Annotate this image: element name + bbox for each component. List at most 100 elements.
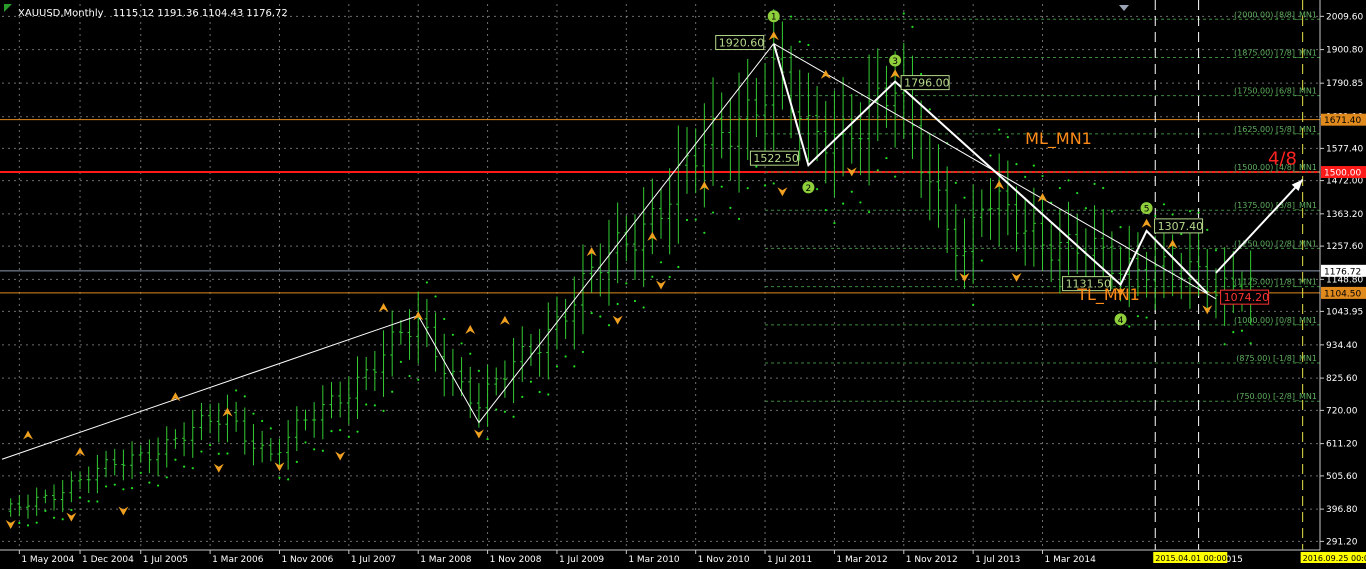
sar-dot (755, 165, 758, 168)
sar-dot (659, 261, 663, 264)
sar-dot (1058, 186, 1061, 190)
sar-dot (763, 184, 767, 187)
sar-dot (365, 403, 368, 406)
time-label: 2015.04.01 00:00 (1155, 554, 1226, 563)
x-tick-label: 1 Dec 2004 (82, 555, 134, 565)
sar-dot (729, 206, 732, 209)
sar-dot (1024, 175, 1027, 178)
sar-dot (235, 389, 238, 392)
y-tick-label: 1790.85 (1326, 79, 1363, 89)
sar-dot (1223, 343, 1226, 346)
murrey-level-label: (1625.00) [5/8]_MN1 (1234, 125, 1317, 134)
sar-dot (148, 481, 151, 484)
sar-dot (841, 202, 845, 205)
x-tick-label: 1 Nov 2008 (490, 555, 542, 565)
sar-dot (720, 185, 723, 188)
sar-dot (191, 467, 194, 470)
sar-dot (633, 299, 637, 303)
sar-dot (44, 509, 47, 512)
sar-dot (217, 452, 220, 455)
sar-dot (96, 500, 99, 503)
sar-dot (1206, 228, 1209, 231)
sar-dot (304, 441, 307, 444)
murrey-level-label: (2000.00) [8/8]_MN1 (1234, 10, 1317, 19)
wave-marker-number: 3 (892, 57, 898, 67)
sar-dot (850, 190, 853, 193)
sar-dot (1240, 329, 1244, 332)
annotation-text: 4/8 (1268, 148, 1297, 169)
sar-dot (200, 450, 203, 453)
time-label: 2016.09.25 00:00 (1303, 554, 1366, 563)
sar-dot (1015, 163, 1018, 166)
x-tick-label: 1 Nov 2010 (698, 555, 750, 565)
sar-dot (78, 496, 82, 499)
murrey-level-label: (1750.00) [6/8]_MN1 (1234, 87, 1317, 96)
sar-dot (1084, 207, 1087, 210)
price-chart[interactable]: (2000.00) [8/8]_MN1 (1875.00) [7/8]_MN1 (1… (0, 0, 1366, 569)
sar-dot (399, 360, 402, 363)
murrey-level-label: (1125.00) [1/8]_MN1 (1234, 278, 1317, 287)
sar-dot (642, 306, 645, 309)
sar-dot (104, 485, 108, 488)
sar-dot (989, 154, 992, 157)
sar-dot (391, 390, 394, 393)
sar-dot (1154, 214, 1157, 218)
sar-dot (815, 188, 819, 191)
sar-dot (347, 435, 350, 438)
sar-dot (980, 259, 983, 262)
x-tick-label: 1 Jul 2005 (143, 555, 188, 565)
sar-dot (495, 408, 498, 411)
sar-dot (599, 315, 602, 318)
sar-dot (607, 324, 611, 327)
sar-dot (772, 182, 775, 185)
price-level-tag: 1104.50 (1324, 289, 1361, 299)
x-tick-label: 1 Jul 2013 (975, 555, 1020, 565)
murrey-level-label: (1000.00) [0/8]_MN1 (1234, 316, 1317, 325)
sar-dot (963, 196, 966, 199)
sar-dot (1128, 325, 1131, 328)
x-tick-label: 1 Mar 2008 (420, 555, 472, 565)
sar-dot (61, 518, 64, 521)
sar-dot (1093, 182, 1096, 185)
y-tick-label: 934.40 (1326, 341, 1358, 351)
x-tick-label: 1 Mar 2014 (1045, 555, 1097, 565)
y-tick-label: 1363.20 (1326, 210, 1363, 220)
chart-ohlc: 1115.12 1191.36 1104.43 1176.72 (113, 8, 288, 19)
sar-dot (209, 444, 212, 447)
sar-dot (287, 478, 290, 481)
sar-dot (261, 419, 264, 423)
sar-dot (503, 410, 507, 413)
sar-dot (902, 12, 905, 15)
sar-dot (625, 282, 628, 285)
sar-dot (443, 317, 446, 321)
sar-dot (373, 404, 376, 407)
sar-dot (746, 187, 749, 190)
chart-header: XAUUSD,Monthly 1115.12 1191.36 1104.43 1… (18, 8, 288, 19)
sar-dot (547, 393, 550, 396)
sar-dot (859, 201, 862, 204)
sar-dot (486, 437, 489, 441)
x-tick-label: 1 Jul 2007 (351, 555, 396, 565)
sar-dot (52, 516, 56, 519)
sar-dot (1006, 135, 1009, 139)
sar-dot (122, 488, 125, 491)
y-tick-label: 396.80 (1326, 505, 1358, 515)
sar-dot (1171, 213, 1174, 216)
sar-dot (1145, 316, 1148, 319)
wave-marker-number: 5 (1144, 205, 1150, 215)
sar-dot (833, 221, 836, 225)
sar-dot (1032, 164, 1035, 167)
sar-dot (139, 471, 142, 474)
sar-dot (1119, 226, 1122, 229)
sar-dot (70, 508, 73, 512)
pivot-label: 1307.40 (1158, 220, 1204, 233)
sar-dot (677, 265, 680, 269)
annotation-text: TL_MN1 (1076, 285, 1140, 305)
last-price-tag: 1176.72 (1324, 267, 1361, 277)
sar-dot (477, 369, 481, 372)
pivot-label: 1074.20 (1224, 291, 1270, 304)
sar-dot (616, 302, 619, 306)
sar-dot (313, 448, 316, 451)
sar-dot (35, 521, 38, 524)
sar-dot (408, 374, 411, 378)
